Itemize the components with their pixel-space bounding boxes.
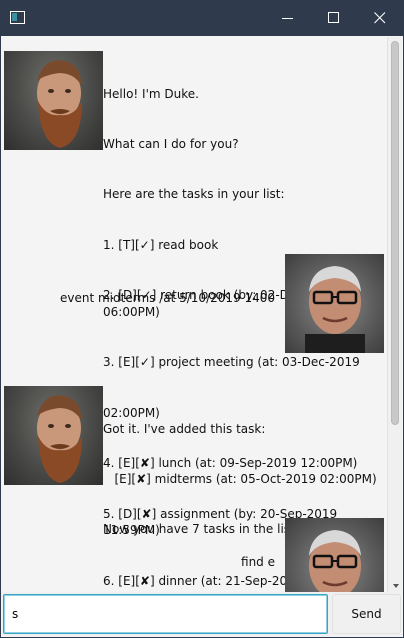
vertical-scrollbar[interactable] <box>387 37 402 592</box>
task-item: [E][✘] midterms (at: 05-Oct-2019 02:00PM… <box>103 471 377 486</box>
chat-scroll-pane[interactable]: Hello! I'm Duke. What can I do for you? … <box>2 37 387 592</box>
title-bar <box>0 0 404 36</box>
message-input[interactable] <box>3 594 328 634</box>
app-window: Hello! I'm Duke. What can I do for you? … <box>0 36 404 638</box>
user-message-text: find e <box>241 520 275 592</box>
scroll-down-arrow-icon[interactable] <box>393 584 399 588</box>
maximize-button[interactable] <box>311 0 357 36</box>
message-line: Hello! I'm Duke. <box>103 86 199 101</box>
send-button[interactable]: Send <box>332 594 401 634</box>
scrollbar-thumb[interactable] <box>391 41 399 425</box>
message-line: Here are the tasks in your list: <box>103 187 285 202</box>
app-window-icon <box>10 11 25 24</box>
message-line: find e <box>241 554 275 569</box>
minimize-button[interactable] <box>265 0 311 36</box>
minimize-icon <box>282 18 293 19</box>
duke-avatar <box>4 386 103 485</box>
close-button[interactable] <box>357 0 403 36</box>
maximize-icon <box>328 12 339 23</box>
user-avatar <box>285 254 384 353</box>
message-line: Got it. I've added this task: <box>103 421 266 436</box>
user-avatar <box>285 518 384 592</box>
task-item: 3. [E][✓] project meeting (at: 03-Dec-20… <box>103 355 360 370</box>
message-line: What can I do for you? <box>103 136 239 151</box>
message-line: event midterms /at 5/10/2019 1400 <box>60 290 275 305</box>
input-bar: Send <box>2 592 402 636</box>
duke-avatar <box>4 51 103 150</box>
task-item: 1. [T][✓] read book <box>103 237 219 252</box>
close-icon <box>374 12 386 24</box>
user-message-text: event midterms /at 5/10/2019 1400 <box>60 256 275 340</box>
